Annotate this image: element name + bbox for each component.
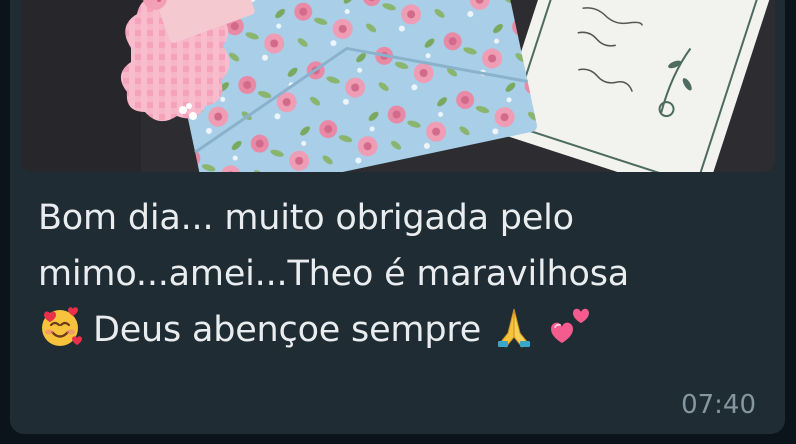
photo-image — [21, 0, 775, 172]
caption-line-2: mimo...amei...Theo é maravilhosa — [38, 254, 629, 294]
two-hearts-icon — [547, 305, 591, 349]
smiling-face-with-hearts-icon — [38, 305, 82, 349]
message-photo[interactable] — [21, 0, 775, 172]
caption-line-3: Deus abençoe sempre — [38, 302, 738, 358]
caption-line-3-text: Deus abençoe sempre — [92, 310, 482, 350]
message-caption: Bom dia... muito obrigada pelo mimo...am… — [38, 190, 738, 358]
incoming-message-bubble[interactable]: Bom dia... muito obrigada pelo mimo...am… — [10, 0, 785, 434]
folded-hands-icon — [492, 305, 536, 349]
message-timestamp: 07:40 — [681, 390, 756, 420]
caption-line-1: Bom dia... muito obrigada pelo — [38, 198, 574, 238]
